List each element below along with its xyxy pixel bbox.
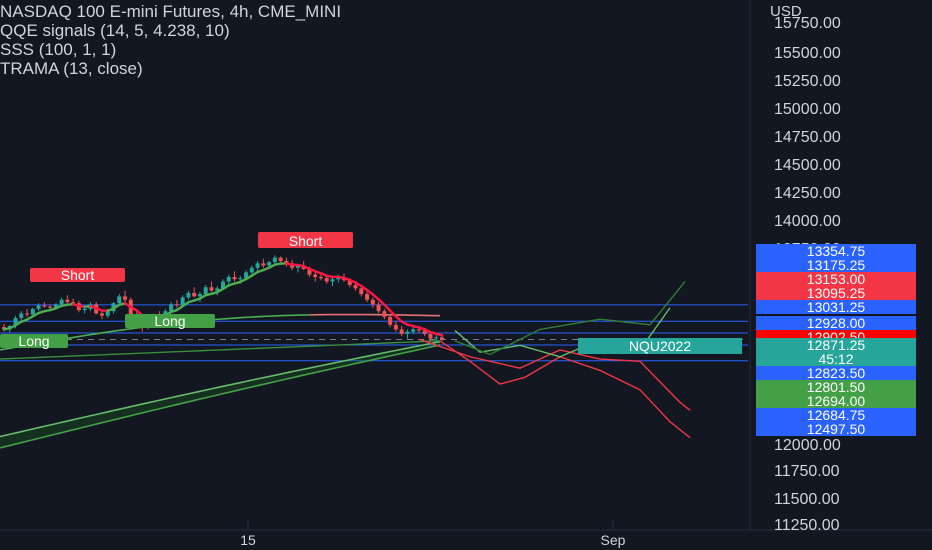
candle-body [376, 304, 381, 312]
signal-label-text: Short [289, 233, 323, 249]
signal-label-text: Long [154, 313, 185, 329]
candle-body [399, 329, 404, 334]
candle-body [272, 257, 277, 263]
candle-body [99, 313, 104, 316]
trama-segment [435, 332, 444, 337]
candle-body [174, 304, 179, 306]
chart-canvas[interactable]: ShortShortLongLong NQU2022USD15750.001550… [0, 0, 932, 550]
candle-body [232, 276, 237, 280]
time-tick-label: Sep [601, 532, 626, 548]
price-tag-text: 13031.25 [807, 299, 866, 315]
candle-body [255, 263, 260, 268]
candle-body [388, 316, 393, 325]
price-tick-label: 14000.00 [774, 213, 841, 230]
candle-body [117, 296, 122, 304]
candle-body [71, 302, 76, 304]
symbol-tag-text: NQU2022 [629, 338, 691, 354]
candle-body [434, 337, 439, 339]
candle-body [30, 308, 35, 315]
symbol-tag: NQU2022 [578, 338, 742, 354]
candle-body [192, 292, 197, 297]
candle-body [353, 284, 358, 289]
candle-body [65, 299, 70, 303]
price-tag: 13031.25 [756, 299, 916, 315]
signal-short-0: Short [30, 267, 125, 283]
candle-body [382, 311, 387, 317]
candle-body [428, 333, 433, 339]
candle-body [19, 313, 24, 318]
signal-long-3: Long [0, 333, 68, 349]
signal-label-text: Short [61, 267, 95, 283]
price-tick-label: 15250.00 [774, 73, 841, 90]
candle-body [365, 294, 370, 300]
price-tick-label: 15000.00 [774, 101, 841, 118]
candle-body [226, 276, 231, 282]
price-tick-label: 11500.00 [774, 491, 840, 508]
signal-label-text: Long [18, 333, 49, 349]
price-tick-label: 12000.00 [774, 437, 841, 454]
price-tick-label: 11750.00 [774, 463, 840, 480]
candle-body [313, 274, 318, 277]
candle-body [330, 279, 335, 282]
price-tick-label: 15750.00 [774, 15, 841, 32]
price-tick-label: 15500.00 [774, 45, 841, 62]
candle-body [393, 324, 398, 330]
ma-line-upper-red [309, 313, 441, 317]
price-tick-label: 11250.00 [774, 517, 840, 534]
trama-segment [383, 303, 392, 312]
price-tick-label: 14750.00 [774, 129, 841, 146]
candle-body [324, 278, 329, 282]
candle-body [405, 331, 410, 334]
candle-body [48, 306, 53, 308]
candle-body [25, 313, 30, 315]
candle-body [359, 288, 364, 295]
candle-body [42, 305, 47, 307]
candle-body [249, 267, 254, 273]
candle-body [278, 257, 283, 262]
candle-body [209, 287, 214, 291]
candle-body [440, 337, 444, 340]
candle-body [318, 276, 323, 279]
candle-body [82, 308, 87, 311]
candle-body [123, 296, 128, 300]
price-tick-label: 14250.00 [774, 185, 841, 202]
signal-short-1: Short [258, 232, 353, 249]
candle-body [416, 329, 421, 331]
candle-body [238, 278, 243, 280]
candle-body [267, 262, 272, 266]
candle-body [169, 304, 174, 312]
time-tick-label: 15 [240, 532, 256, 548]
price-tag-text: 12497.50 [807, 421, 866, 437]
candle-body [203, 287, 208, 295]
price-tick-label: 14500.00 [774, 157, 841, 174]
candle-body [261, 263, 266, 266]
candle-body [411, 329, 416, 332]
price-tag: 12497.50 [756, 421, 916, 437]
signal-long-2: Long [125, 313, 215, 329]
candle-body [197, 294, 202, 297]
candle-body [370, 299, 375, 305]
candle-body [59, 299, 64, 305]
candle-body [36, 305, 41, 309]
candle-body [186, 292, 191, 298]
